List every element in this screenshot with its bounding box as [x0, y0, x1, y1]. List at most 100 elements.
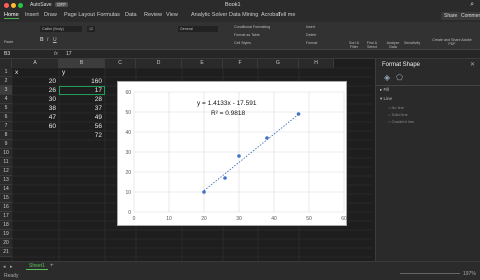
line-section-toggle[interactable]: ▾ Line — [380, 96, 392, 102]
tab-page-layout[interactable]: Page Layout — [64, 12, 95, 18]
row-header[interactable]: 20 — [0, 239, 12, 248]
row-header[interactable]: 17 — [0, 212, 12, 221]
row-header[interactable]: 6 — [0, 113, 12, 122]
paste-button[interactable]: Paste — [4, 40, 13, 44]
row-header[interactable]: 21 — [0, 248, 12, 257]
cell-b8[interactable]: 72 — [59, 132, 102, 139]
column-header-d[interactable]: D — [136, 59, 182, 68]
y-tick-label: 60 — [125, 90, 131, 96]
row-header[interactable]: 15 — [0, 194, 12, 203]
next-sheet-icon[interactable]: ▸ — [10, 264, 13, 270]
autosave-toggle[interactable]: OFF — [55, 2, 68, 7]
zoom-slider[interactable] — [400, 273, 460, 274]
row-header[interactable]: 4 — [0, 95, 12, 104]
selected-cell[interactable] — [59, 86, 105, 95]
row-header[interactable]: 5 — [0, 104, 12, 113]
row-header[interactable]: 11 — [0, 158, 12, 167]
solid-line-radio[interactable]: ○ Solid line — [388, 112, 408, 117]
font-size-select[interactable]: 12 — [87, 26, 95, 32]
close-icon[interactable]: ✕ — [470, 61, 475, 68]
formula-input[interactable]: 17 — [66, 51, 72, 57]
column-header-c[interactable]: C — [105, 59, 136, 68]
column-header-h[interactable]: H — [299, 59, 334, 68]
cell-b7[interactable]: 56 — [59, 123, 102, 130]
insert-cells-button[interactable]: Insert — [306, 25, 315, 29]
row-header[interactable]: 12 — [0, 167, 12, 176]
italic-button[interactable]: I — [47, 37, 48, 43]
gradient-line-radio[interactable]: ○ Gradient line — [388, 119, 414, 124]
underline-button[interactable]: U — [53, 37, 57, 43]
row-header[interactable]: 19 — [0, 230, 12, 239]
comments-button[interactable]: Comments — [458, 12, 480, 20]
tab-data-mining[interactable]: Data Mining — [229, 12, 258, 18]
select-all-corner[interactable] — [0, 59, 12, 68]
cell-a3[interactable]: 26 — [12, 87, 56, 94]
close-window-icon[interactable] — [4, 3, 9, 8]
column-header-g[interactable]: G — [258, 59, 299, 68]
row-header[interactable]: 3 — [0, 86, 12, 95]
cell-a5[interactable]: 38 — [12, 105, 56, 112]
tab-home[interactable]: Home — [4, 12, 19, 19]
row-header[interactable]: 2 — [0, 77, 12, 86]
row-header[interactable]: 8 — [0, 131, 12, 140]
column-header-a[interactable]: A — [12, 59, 59, 68]
bold-button[interactable]: B — [40, 37, 44, 43]
tab-view[interactable]: View — [166, 12, 178, 18]
tab-draw[interactable]: Draw — [44, 12, 57, 18]
cell-b1[interactable]: y — [62, 69, 65, 76]
cell-styles-button[interactable]: Cell Styles — [234, 41, 251, 45]
column-header-b[interactable]: B — [59, 59, 105, 68]
tab-review[interactable]: Review — [144, 12, 162, 18]
number-format-select[interactable]: General — [178, 26, 218, 32]
row-header[interactable]: 9 — [0, 140, 12, 149]
cell-a7[interactable]: 60 — [12, 123, 56, 130]
autosave-label: AutoSave — [30, 2, 52, 8]
tab-data[interactable]: Data — [125, 12, 137, 18]
create-share-pdf-button[interactable]: Create and Share Adobe PDF — [432, 38, 472, 46]
format-cells-button[interactable]: Format — [306, 41, 317, 45]
tab-analytic-solver[interactable]: Analytic Solver — [191, 12, 227, 18]
sort-filter-button[interactable]: Sort & Filter — [345, 41, 363, 49]
scatter-chart[interactable]: 0 10 20 30 40 50 60 0 10 20 30 40 50 60 y = 1.4133x -… — [117, 81, 347, 226]
row-header[interactable]: 1 — [0, 68, 12, 77]
tab-insert[interactable]: Insert — [25, 12, 39, 18]
analyze-data-button[interactable]: Analyze Data — [386, 41, 400, 49]
name-box[interactable]: B3 — [4, 51, 34, 57]
cell-b5[interactable]: 37 — [59, 105, 102, 112]
tab-tell-me[interactable]: Tell me — [278, 12, 295, 18]
sensitivity-button[interactable]: Sensitivity — [404, 41, 420, 45]
row-header[interactable]: 16 — [0, 203, 12, 212]
row-header[interactable]: 18 — [0, 221, 12, 230]
fill-line-icon[interactable]: ◈ — [384, 73, 390, 82]
zoom-window-icon[interactable] — [18, 3, 23, 8]
fill-label: Fill — [383, 87, 390, 92]
search-icon[interactable]: ⌕ — [470, 1, 474, 9]
row-header[interactable]: 14 — [0, 185, 12, 194]
conditional-formatting-button[interactable]: Conditional Formatting — [234, 25, 270, 29]
previous-sheet-icon[interactable]: ◂ — [3, 264, 6, 270]
cell-a2[interactable]: 20 — [12, 78, 56, 85]
find-select-button[interactable]: Find & Select — [364, 41, 380, 49]
font-name-select[interactable]: Calibri (Body) — [40, 26, 82, 32]
row-header[interactable]: 13 — [0, 176, 12, 185]
add-sheet-icon[interactable]: + — [50, 263, 54, 269]
format-as-table-button[interactable]: Format as Table — [234, 33, 260, 37]
cell-a6[interactable]: 47 — [12, 114, 56, 121]
no-line-radio[interactable]: ○ No line — [388, 105, 404, 110]
effects-icon[interactable]: ⬠ — [396, 73, 403, 82]
tab-formulas[interactable]: Formulas — [97, 12, 120, 18]
cell-a1[interactable]: x — [15, 69, 18, 76]
spreadsheet-grid[interactable]: ABCDEFGH 1 2 3 4 5 6 7 8 9 10 11 12 13 14 15 16 17 18 19 20… — [0, 59, 372, 261]
minimize-window-icon[interactable] — [11, 3, 16, 8]
cell-a4[interactable]: 30 — [12, 96, 56, 103]
cell-b2[interactable]: 160 — [59, 78, 102, 85]
delete-cells-button[interactable]: Delete — [306, 33, 316, 37]
column-header-e[interactable]: E — [182, 59, 223, 68]
fill-section-toggle[interactable]: ▸ Fill — [380, 87, 389, 93]
column-header-f[interactable]: F — [223, 59, 258, 68]
row-header[interactable]: 10 — [0, 149, 12, 158]
cell-b6[interactable]: 49 — [59, 114, 102, 121]
cell-b4[interactable]: 28 — [59, 96, 102, 103]
row-header[interactable]: 7 — [0, 122, 12, 131]
sheet-tab[interactable]: Sheet1 — [26, 263, 48, 270]
